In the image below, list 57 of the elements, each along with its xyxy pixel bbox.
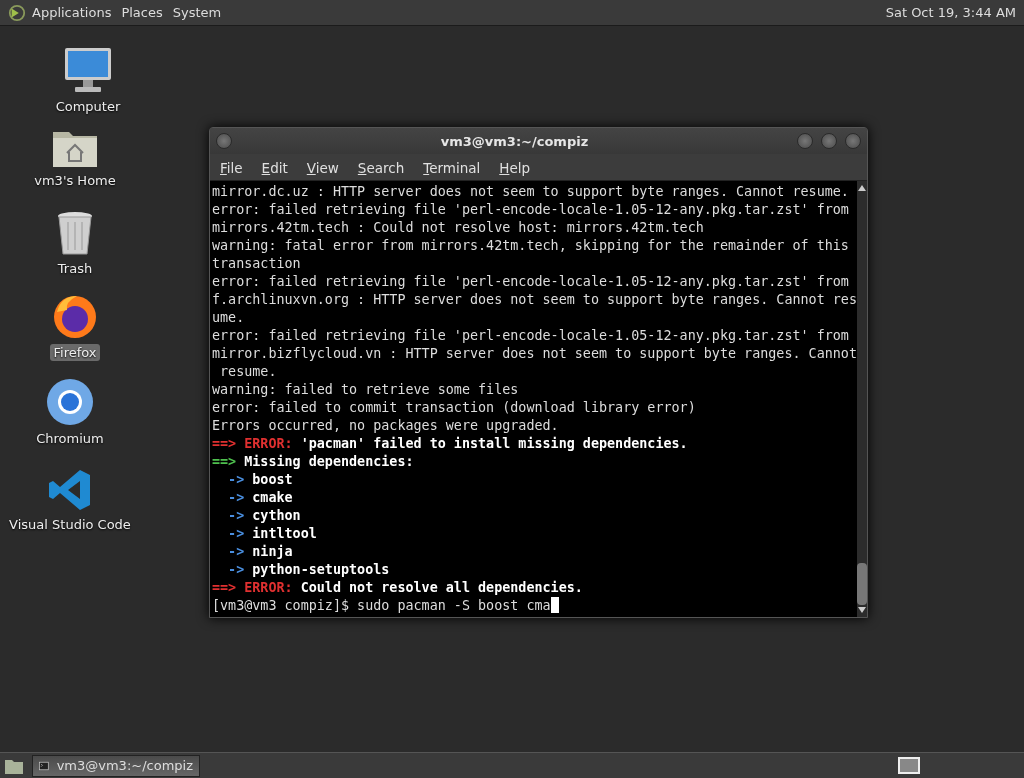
terminal-line: ==> ERROR: Could not resolve all dependencies. (212, 579, 584, 597)
menu-item[interactable]: Search (357, 160, 405, 176)
terminal-icon (39, 759, 49, 772)
terminal-line: -> python-setuptools (227, 561, 391, 579)
terminal-line: -> ninja (227, 543, 294, 561)
desktop-icon-label[interactable]: Trash (54, 260, 96, 277)
terminal-line: warning: fatal error from mirrors.42tm.tech, skipping for the remainder of this (212, 237, 850, 255)
panel-menu[interactable]: Places (121, 5, 163, 20)
text-cursor (550, 597, 559, 613)
desktop-icon-label[interactable]: Firefox (50, 344, 100, 361)
scroll-down-icon[interactable] (857, 607, 866, 613)
trash-icon[interactable] (56, 210, 94, 256)
terminal-line: ==> Missing dependencies: (212, 453, 415, 471)
menu-item[interactable]: Help (499, 160, 531, 176)
terminal-line: ==> ERROR: 'pacman' failed to install missing dependencies. (212, 435, 689, 453)
window-menu-button[interactable] (216, 133, 232, 149)
terminal-line: [vm3@vm3 compiz]$ sudo pacman -S boost cma (212, 597, 857, 615)
browser-icon[interactable] (46, 378, 94, 426)
terminal-line: error: failed retrieving file 'perl-encode-locale-1.05-12-any.pkg.tar.zst' from (212, 327, 850, 345)
terminal-line: mirror.dc.uz : HTTP server does not seem to support byte ranges. Cannot resume. (212, 183, 850, 201)
terminal-line: error: failed retrieving file 'perl-encode-locale-1.05-12-any.pkg.tar.zst' from (212, 201, 850, 219)
minimize-button[interactable] (797, 133, 813, 149)
workspace-switcher[interactable] (898, 757, 920, 774)
terminal-line: error: failed to commit transaction (download library error) (212, 399, 697, 417)
terminal-line: warning: failed to retrieve some files (212, 381, 520, 399)
clock[interactable]: Sat Oct 19, 3:44 AM (885, 5, 1016, 20)
desktop-icon-label[interactable]: Chromium (33, 430, 107, 447)
scroll-up-icon[interactable] (857, 185, 866, 191)
terminal-line: resume. (219, 363, 278, 381)
menu-item[interactable]: View (306, 160, 339, 176)
taskbar-button[interactable]: vm3@vm3:~/compiz (32, 754, 200, 777)
terminal-line: ume. (212, 309, 246, 327)
terminal-line: -> boost (227, 471, 294, 489)
terminal-line: Errors occurred, no packages were upgraded. (212, 417, 560, 435)
panel-menu[interactable]: Applications (32, 5, 112, 20)
desktop-icon-label[interactable]: Visual Studio Code (6, 516, 134, 533)
terminal-line: -> cmake (227, 489, 294, 507)
terminal-line: -> cython (227, 507, 302, 525)
code-editor-icon[interactable] (48, 468, 92, 512)
maximize-button[interactable] (821, 133, 837, 149)
distro-logo-icon[interactable] (8, 3, 26, 22)
scrollbar-thumb[interactable] (856, 563, 867, 605)
monitor-icon[interactable] (63, 46, 113, 94)
terminal-line: f.archlinuxvn.org : HTTP server does not seem to support byte ranges. Cannot res (212, 291, 857, 309)
desktop-icon-label[interactable]: vm3's Home (31, 172, 119, 189)
close-button[interactable] (845, 133, 861, 149)
terminal-line: mirrors.42tm.tech : Could not resolve host: mirrors.42tm.tech (212, 219, 705, 237)
terminal-line: -> intltool (227, 525, 318, 543)
panel-menu[interactable]: System (172, 5, 222, 20)
menu-item[interactable]: Edit (261, 160, 288, 176)
menu-item[interactable]: Terminal (423, 160, 481, 176)
menu-item[interactable]: File (220, 160, 243, 176)
terminal-line: error: failed retrieving file 'perl-encode-locale-1.05-12-any.pkg.tar.zst' from (212, 273, 850, 291)
terminal-line: transaction (212, 255, 302, 273)
desktop-icon-label[interactable]: Computer (52, 98, 124, 115)
terminal-line: mirror.bizflycloud.vn : HTTP server does not seem to support byte ranges. Cannot (212, 345, 857, 363)
window-title: vm3@vm3:~/compiz (439, 133, 590, 149)
